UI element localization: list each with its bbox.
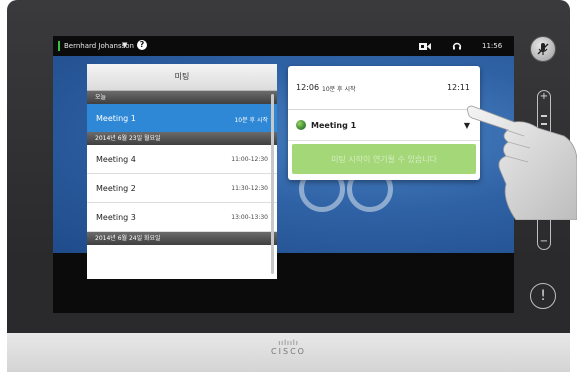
user-menu-caret-icon[interactable]: ▼ xyxy=(122,41,127,49)
end-time: 12:11 xyxy=(446,83,470,92)
presence-indicator xyxy=(58,41,60,51)
start-note: 10분 후 시작 xyxy=(322,86,356,93)
section-header-june-23: 2014년 6월 23일 월요일 xyxy=(87,132,277,145)
meetings-scrollbar[interactable] xyxy=(271,94,274,274)
meeting-name: Meeting 1 xyxy=(96,114,136,123)
meetings-panel-title: 미팅 xyxy=(87,64,277,91)
touch-screen: Bernhard Johansson ▼ ? 11:56 미팅 오늘 Meeti… xyxy=(53,36,514,313)
cisco-logo: ıılıılı CISCO xyxy=(7,339,570,356)
logo-bars: ıılıılı xyxy=(278,339,299,347)
meeting-item-meeting-1[interactable]: Meeting 1 10분 후 시작 xyxy=(87,104,277,132)
logo-text: CISCO xyxy=(271,347,306,356)
meeting-time: 13:00-13:30 xyxy=(231,214,268,221)
clock: 11:56 xyxy=(482,42,503,50)
meeting-item-meeting-4[interactable]: Meeting 4 11:00-12:30 xyxy=(87,145,277,174)
popup-time-row: 12:06 10분 후 시작 12:11 xyxy=(288,66,480,110)
meeting-time: 10분 후 시작 xyxy=(234,117,268,124)
device-bezel: ıılıılı CISCO xyxy=(7,333,570,372)
meeting-time: 11:30-12:30 xyxy=(231,185,268,192)
meeting-time: 11:00-12:30 xyxy=(231,156,268,163)
mic-mute-icon xyxy=(537,43,549,55)
meeting-item-meeting-3[interactable]: Meeting 3 13:00-13:30 xyxy=(87,203,277,232)
selected-meeting: Meeting 1 xyxy=(311,121,357,130)
camera-icon[interactable] xyxy=(419,42,431,51)
status-bar: Bernhard Johansson ▼ ? 11:56 xyxy=(53,36,514,56)
alert-button[interactable]: ! xyxy=(530,283,556,309)
meeting-item-meeting-2[interactable]: Meeting 2 11:30-12:30 xyxy=(87,174,277,203)
confirm-button[interactable]: 미팅 시작이 연기될 수 있습니다 xyxy=(292,144,476,174)
meeting-name: Meeting 3 xyxy=(96,213,136,222)
meeting-name: Meeting 2 xyxy=(96,184,136,193)
reminder-popup: 12:06 10분 후 시작 12:11 Meeting 1 ▼ 미팅 시작이 … xyxy=(288,66,480,180)
hand-pointer-icon xyxy=(467,105,577,220)
globe-icon xyxy=(296,120,306,130)
meeting-name: Meeting 4 xyxy=(96,155,136,164)
section-header-june-24: 2014년 6월 24일 화요일 xyxy=(87,232,277,245)
headset-icon[interactable] xyxy=(452,41,462,51)
meetings-panel: 미팅 오늘 Meeting 1 10분 후 시작 2014년 6월 23일 월요… xyxy=(87,64,277,279)
help-icon[interactable]: ? xyxy=(137,40,147,50)
section-header-today: 오늘 xyxy=(87,91,277,104)
start-time: 12:06 xyxy=(296,83,320,92)
mute-button[interactable] xyxy=(530,36,556,62)
meeting-select-dropdown[interactable]: Meeting 1 ▼ xyxy=(288,110,480,141)
volume-down-icon[interactable]: − xyxy=(538,236,550,247)
